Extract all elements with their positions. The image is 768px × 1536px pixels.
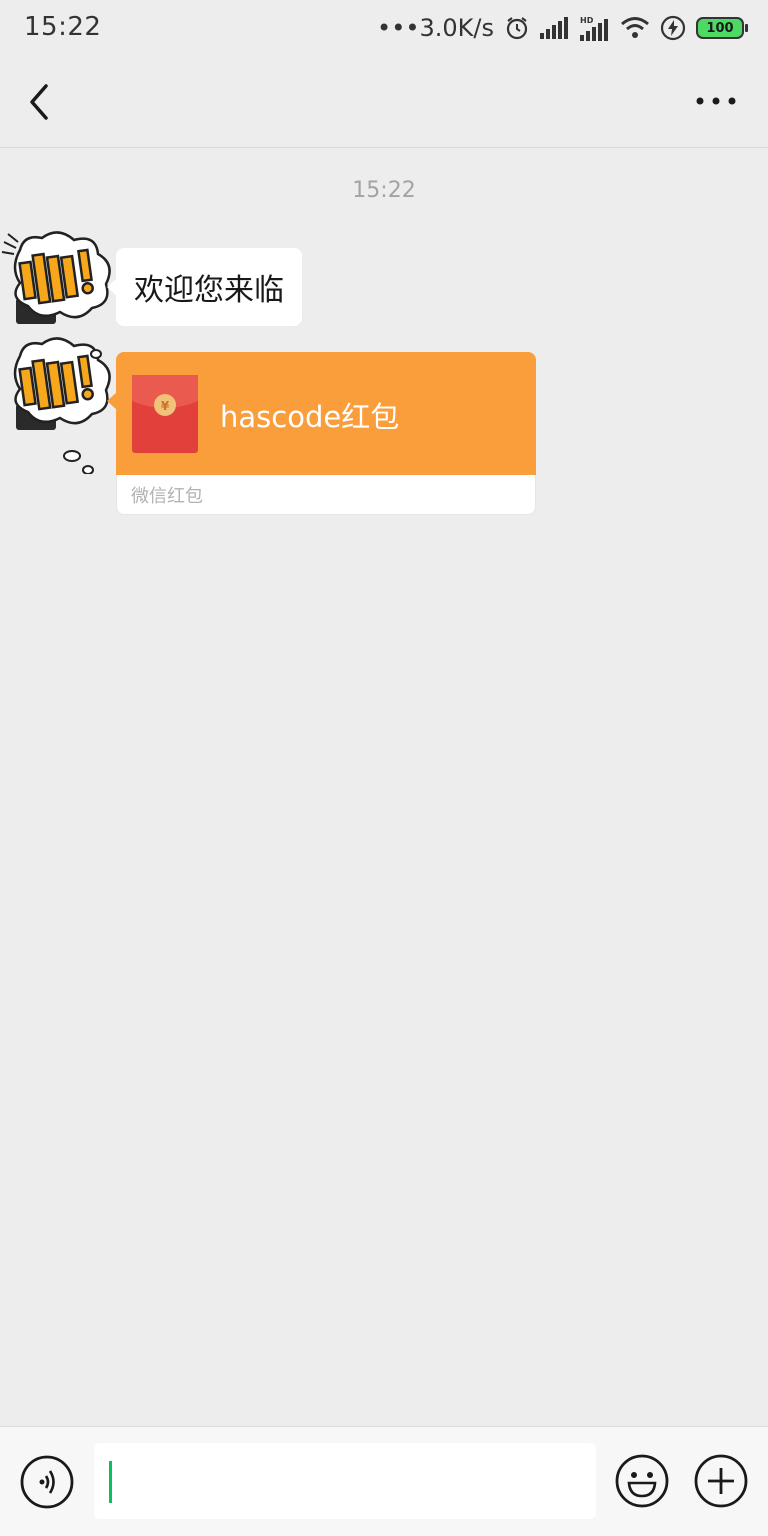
plus-icon <box>694 1454 748 1508</box>
red-packet-body: ¥ hascode红包 <box>107 352 536 475</box>
red-packet-footer: 微信红包 <box>116 475 536 515</box>
input-bar <box>0 1426 768 1536</box>
battery-icon: 100 <box>696 17 748 39</box>
avatar[interactable] <box>0 228 112 328</box>
message-bubble-text[interactable]: 欢迎您来临 <box>107 248 302 326</box>
network-speed: •••3.0K/s <box>377 14 494 42</box>
more-dots-icon <box>696 97 736 105</box>
alarm-icon <box>504 15 530 41</box>
plus-button[interactable] <box>694 1454 748 1508</box>
status-time: 15:22 <box>24 12 102 42</box>
red-envelope-icon: ¥ <box>132 375 198 453</box>
message-input[interactable] <box>94 1443 596 1519</box>
text-cursor <box>109 1461 112 1503</box>
emoji-button[interactable] <box>614 1453 670 1509</box>
chat-timestamp: 15:22 <box>352 178 416 203</box>
red-packet-message[interactable]: ¥ hascode红包 微信红包 <box>107 352 536 515</box>
chevron-left-icon <box>30 84 48 120</box>
nav-bar <box>0 56 768 148</box>
more-button[interactable] <box>694 86 738 116</box>
status-bar: 15:22 •••3.0K/s HD 100 <box>0 0 768 56</box>
svg-text:¥: ¥ <box>161 399 170 413</box>
voice-button[interactable] <box>20 1455 74 1509</box>
back-button[interactable] <box>20 78 60 126</box>
status-icons: •••3.0K/s HD 100 <box>377 10 748 46</box>
voice-icon <box>20 1455 74 1509</box>
red-packet-title: hascode红包 <box>220 400 400 434</box>
charging-icon <box>660 15 686 41</box>
signal-icon <box>540 17 570 39</box>
emoji-icon <box>615 1454 669 1508</box>
wifi-icon <box>620 16 650 40</box>
avatar[interactable] <box>0 334 112 475</box>
svg-text:HD: HD <box>580 16 594 25</box>
hd-signal-icon: HD <box>580 15 610 41</box>
